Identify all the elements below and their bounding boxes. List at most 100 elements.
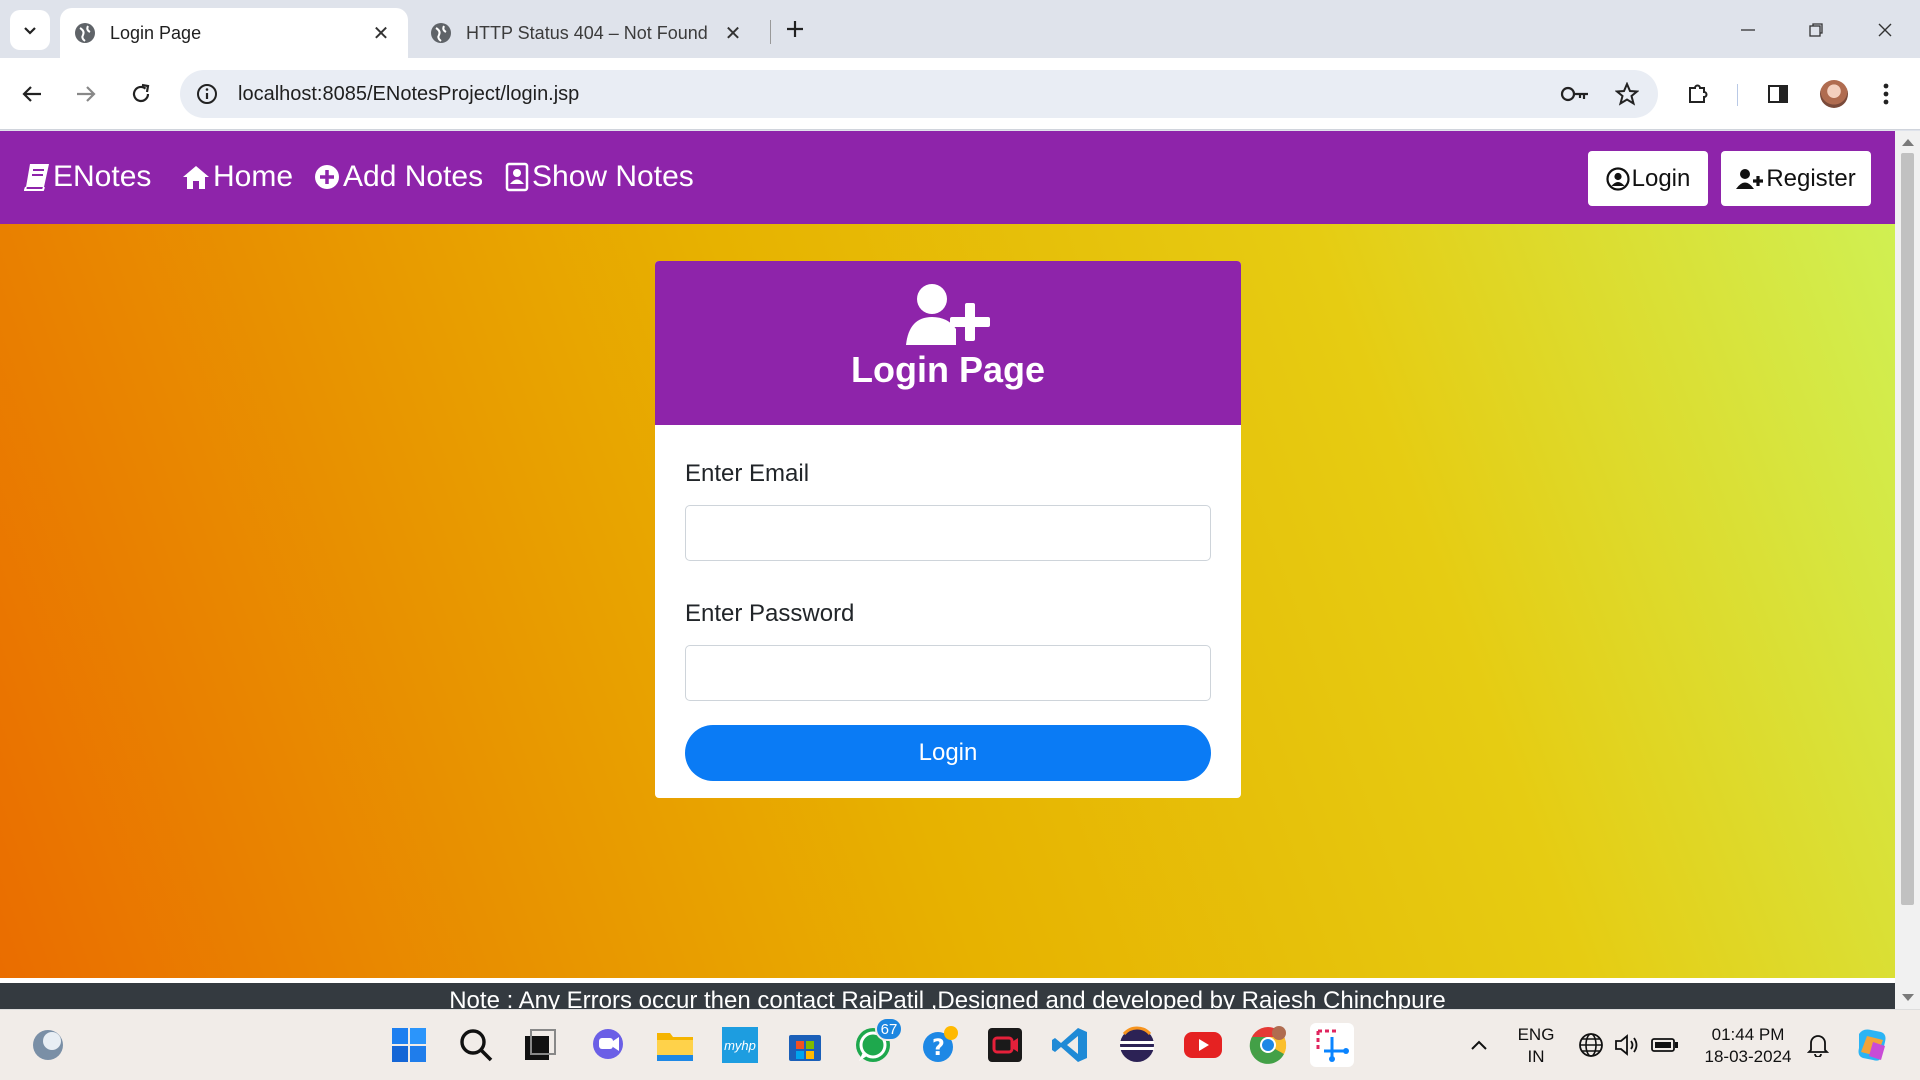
email-label: Enter Email: [685, 460, 810, 487]
clock[interactable]: 01:44 PM 18-03-2024: [1695, 1024, 1801, 1068]
brand-link[interactable]: ENotes: [24, 155, 151, 199]
svg-text:?: ?: [932, 1036, 945, 1061]
plus-icon: [787, 21, 803, 37]
youtube-icon: [1184, 1032, 1222, 1058]
vscode-icon: [1052, 1028, 1087, 1062]
windows-taskbar: myhp 67 ? ENG IN 01:44 PM 18-03-2024: [0, 1009, 1920, 1080]
language-label: ENG: [1517, 1025, 1555, 1044]
snipping-tool-icon: [1316, 1029, 1349, 1062]
puzzle-icon: [1689, 84, 1708, 103]
chat-icon: [593, 1029, 623, 1059]
clock-date: 18-03-2024: [1704, 1047, 1792, 1066]
tab-search-button[interactable]: [10, 10, 50, 50]
brand-label: ENotes: [53, 160, 152, 193]
footer-text: Note : Any Errors occur then contact Raj…: [449, 987, 1446, 1009]
task-view-button[interactable]: [518, 1023, 562, 1067]
nav-add-notes-label: Add Notes: [343, 160, 484, 193]
snipping-tool-button[interactable]: [1310, 1023, 1354, 1067]
close-tab-icon[interactable]: ✕: [718, 18, 748, 48]
new-tab-button[interactable]: [780, 14, 810, 44]
chat-app-button[interactable]: [586, 1023, 630, 1067]
url-text[interactable]: localhost:8085/ENotesProject/login.jsp: [238, 83, 1560, 106]
restore-button[interactable]: [1791, 10, 1841, 50]
screen-recorder-button[interactable]: [983, 1023, 1027, 1067]
start-button[interactable]: [387, 1023, 431, 1067]
login-card-header: Login Page: [655, 261, 1241, 425]
scrollbar-thumb[interactable]: [1901, 153, 1914, 905]
reload-button[interactable]: [123, 76, 159, 112]
scroll-down-icon[interactable]: [1902, 994, 1914, 1001]
battery-button[interactable]: [1644, 1023, 1686, 1067]
whatsapp-badge: 67: [875, 1017, 903, 1041]
whatsapp-button[interactable]: 67: [851, 1017, 903, 1067]
store-icon: [789, 1035, 821, 1061]
extensions-button[interactable]: [1680, 76, 1716, 112]
site-info-icon[interactable]: [194, 81, 220, 107]
notifications-button[interactable]: [1796, 1023, 1840, 1067]
eclipse-button[interactable]: [1115, 1023, 1159, 1067]
menu-button[interactable]: [1868, 76, 1904, 112]
side-panel-icon: [1768, 85, 1788, 103]
bookmark-star-icon[interactable]: [1612, 79, 1642, 109]
side-panel-button[interactable]: [1760, 76, 1796, 112]
chevron-down-icon: [24, 27, 36, 35]
password-field[interactable]: [685, 645, 1211, 701]
arrow-right-icon: [77, 86, 96, 102]
close-window-button[interactable]: [1860, 10, 1910, 50]
copilot-button[interactable]: [1850, 1023, 1894, 1067]
globe-network-icon: [1579, 1033, 1603, 1057]
nav-login-button[interactable]: Login: [1588, 151, 1708, 206]
get-help-button[interactable]: ?: [918, 1023, 962, 1067]
arrow-left-icon: [22, 86, 41, 102]
store-button[interactable]: [783, 1023, 827, 1067]
profile-button[interactable]: [1816, 76, 1852, 112]
toolbar-divider: [1737, 84, 1738, 106]
nav-show-notes[interactable]: Show Notes: [505, 155, 694, 199]
eclipse-icon: [1120, 1026, 1154, 1062]
myhp-button[interactable]: myhp: [718, 1023, 762, 1067]
battery-icon: [1651, 1038, 1678, 1052]
tab-title: HTTP Status 404 – Not Found: [466, 22, 708, 43]
start-icon: [392, 1028, 426, 1062]
page-viewport: ENotes Home Add Notes Show Notes Login R…: [0, 131, 1895, 1009]
widgets-button[interactable]: [26, 1023, 70, 1067]
tab-login-page[interactable]: Login Page ✕: [60, 8, 408, 58]
input-language[interactable]: ENG IN: [1508, 1024, 1564, 1068]
reload-icon: [132, 83, 150, 103]
nav-home[interactable]: Home: [182, 155, 293, 199]
vscode-button[interactable]: [1048, 1023, 1092, 1067]
nav-register-button[interactable]: Register: [1721, 151, 1871, 206]
nav-add-notes[interactable]: Add Notes: [314, 155, 483, 199]
address-bar[interactable]: localhost:8085/ENotesProject/login.jsp: [180, 70, 1658, 118]
region-label: IN: [1527, 1047, 1545, 1066]
clock-time: 01:44 PM: [1711, 1025, 1785, 1044]
page-footer: Note : Any Errors occur then contact Raj…: [0, 978, 1895, 1009]
help-icon: ?: [923, 1026, 958, 1062]
avatar: [1820, 80, 1848, 108]
email-field[interactable]: [685, 505, 1211, 561]
login-card: Login Page Enter Email Enter Password Lo…: [655, 261, 1241, 798]
back-button[interactable]: [14, 76, 50, 112]
network-button[interactable]: [1570, 1023, 1612, 1067]
file-explorer-button[interactable]: [653, 1023, 697, 1067]
volume-button[interactable]: [1607, 1023, 1649, 1067]
show-hidden-icons-button[interactable]: [1457, 1023, 1501, 1067]
nav-login-label: Login: [1631, 164, 1691, 192]
youtube-button[interactable]: [1181, 1023, 1225, 1067]
home-icon: [183, 166, 209, 189]
tab-title: Login Page: [110, 22, 202, 43]
page-scrollbar[interactable]: [1895, 131, 1920, 1009]
forward-button[interactable]: [68, 76, 104, 112]
task-view-icon: [525, 1029, 556, 1060]
login-submit-button[interactable]: Login: [685, 725, 1211, 781]
tab-http-404[interactable]: HTTP Status 404 – Not Found ✕: [420, 8, 760, 58]
close-tab-icon[interactable]: ✕: [366, 18, 396, 48]
scroll-up-icon[interactable]: [1902, 139, 1914, 146]
minimize-button[interactable]: [1723, 10, 1773, 50]
chrome-button[interactable]: [1246, 1023, 1290, 1067]
password-key-icon[interactable]: [1560, 79, 1590, 109]
weather-widget-icon: [33, 1030, 63, 1060]
user-plus-icon: [906, 284, 990, 345]
taskbar-search-button[interactable]: [454, 1023, 498, 1067]
user-plus-icon: [1736, 168, 1764, 189]
